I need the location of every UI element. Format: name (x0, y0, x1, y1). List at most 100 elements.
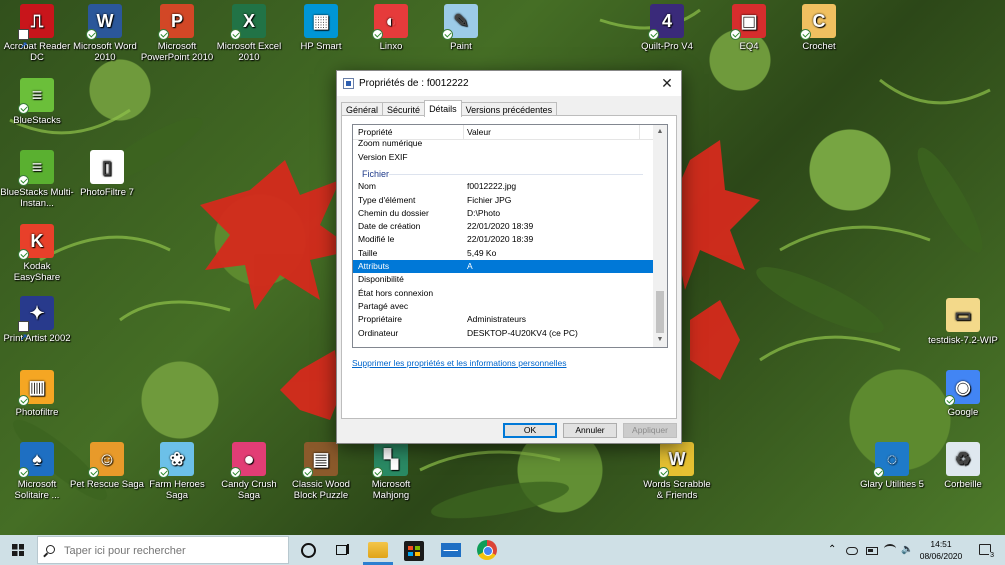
desktop-icon[interactable]: ❀ Farm Heroes Saga (140, 442, 214, 501)
action-center-icon[interactable]: 3 (979, 544, 995, 559)
desktop-icon[interactable]: ▤ Classic Wood Block Puzzle (284, 442, 358, 501)
desktop-icon[interactable]: ▣ EQ4 (712, 4, 786, 52)
desktop-icon[interactable]: ▚ Microsoft Mahjong (354, 442, 428, 501)
close-button[interactable]: ✕ (653, 71, 681, 96)
table-row[interactable]: Chemin du dossier D:\Photo (353, 207, 653, 220)
sync-check-icon (372, 29, 383, 40)
desktop-icon[interactable]: 4 Quilt-Pro V4 (630, 4, 704, 52)
table-row[interactable]: Ordinateur DESKTOP-4U20KV4 (ce PC) (353, 327, 653, 340)
ok-button[interactable]: OK (503, 423, 557, 438)
property-value: DESKTOP-4U20KV4 (ce PC) (467, 327, 578, 338)
file-explorer-icon[interactable] (368, 542, 388, 558)
desktop-icon[interactable]: W Microsoft Word 2010 (68, 4, 142, 63)
property-name: Chemin du dossier (358, 207, 429, 218)
desktop-icon[interactable]: ✦Print Artist 2002 (0, 296, 74, 354)
scroll-up-icon[interactable]: ▲ (653, 125, 667, 139)
microsoft-store-icon[interactable] (404, 541, 424, 561)
table-row[interactable]: Propriétaire Administrateurs (353, 313, 653, 326)
onedrive-cloud-icon[interactable] (846, 547, 858, 555)
app-icon: ☺ (88, 442, 124, 478)
desktop-icon[interactable]: ♻ Corbeille (926, 442, 1000, 490)
desktop-icon[interactable]: ✎ Paint (424, 4, 498, 52)
chrome-icon[interactable] (477, 540, 497, 560)
desktop-icon[interactable]: ≡ BlueStacks (0, 78, 74, 126)
table-row[interactable]: Version EXIF (353, 151, 653, 164)
vertical-scrollbar[interactable]: ▲ ▼ (653, 125, 667, 347)
scroll-down-icon[interactable]: ▼ (653, 333, 667, 347)
table-row[interactable]: Type d'élément Fichier JPG (353, 194, 653, 207)
app-icon: ≡ (18, 78, 54, 114)
column-header-value[interactable]: Valeur (467, 125, 491, 140)
desktop-icon-label: BlueStacks Multi-Instan... (0, 187, 74, 209)
properties-list[interactable]: Propriété Valeur Zoom numérique Version … (352, 124, 668, 348)
table-row[interactable]: Zoom numérique (353, 139, 653, 151)
desktop-icon[interactable]: ▭ testdisk-7.2-WIP (926, 298, 1000, 346)
sync-check-icon (18, 175, 29, 186)
column-divider[interactable] (463, 125, 464, 140)
desktop-icon[interactable]: ♠ Microsoft Solitaire ... (0, 442, 74, 501)
property-name: Disponibilité (358, 274, 404, 285)
apply-button[interactable]: Appliquer (623, 423, 677, 438)
property-value: Fichier JPG (467, 194, 512, 205)
start-button[interactable] (0, 535, 36, 565)
clock-date: 08/06/2020 (919, 551, 963, 561)
desktop-icon[interactable]: ≡ BlueStacks Multi-Instan... (0, 150, 74, 209)
app-icon: ♠ (18, 442, 54, 478)
remove-properties-link[interactable]: Supprimer les propriétés et les informat… (352, 358, 567, 368)
file-properties-icon (343, 78, 354, 89)
sync-check-icon (800, 29, 811, 40)
cancel-button[interactable]: Annuler (563, 423, 617, 438)
desktop-icon[interactable]: ◉ Google (926, 370, 1000, 418)
table-row[interactable]: Disponibilité (353, 273, 653, 286)
wifi-icon[interactable] (884, 544, 896, 553)
property-rows: Zoom numérique Version EXIF Fichier Nom f… (353, 139, 653, 340)
desktop-icon[interactable]: ▦ HP Smart (284, 4, 358, 52)
scroll-thumb[interactable] (656, 291, 664, 333)
desktop-icon[interactable]: W Words Scrabble & Friends (640, 442, 714, 501)
desktop-icon[interactable]: C Crochet (782, 4, 856, 52)
desktop-icon[interactable]: ◐ Linxo (354, 4, 428, 52)
volume-icon[interactable]: 🔈 (901, 544, 913, 555)
notification-count: 3 (989, 552, 995, 559)
table-row[interactable]: Attributs A (353, 260, 653, 274)
property-name: Date de création (358, 221, 421, 232)
desktop-icon[interactable]: ▯ PhotoFiltre 7 (70, 150, 144, 198)
table-row[interactable]: Taille 5,49 Ko (353, 247, 653, 260)
sync-check-icon (158, 467, 169, 478)
taskbar: ⌃ 🔈 14:51 08/06/2020 3 (0, 535, 1005, 565)
property-name: Nom (358, 181, 376, 192)
app-icon: 4 (648, 4, 684, 40)
desktop-icon-label: PhotoFiltre 7 (80, 187, 134, 198)
battery-icon[interactable] (866, 547, 878, 555)
desktop-icon[interactable]: ▥ Photofiltre (0, 370, 74, 418)
desktop-icon[interactable]: ● Candy Crush Saga (212, 442, 286, 501)
tab-details[interactable]: Détails (424, 100, 462, 117)
search-input[interactable] (64, 542, 284, 559)
property-name: Zoom numérique (358, 139, 423, 148)
taskbar-clock[interactable]: 14:51 08/06/2020 (917, 538, 965, 562)
desktop-icon[interactable]: P Microsoft PowerPoint 2010 (140, 4, 214, 63)
table-row[interactable]: État hors connexion (353, 287, 653, 300)
taskbar-search[interactable] (37, 536, 289, 564)
column-header-property[interactable]: Propriété (358, 125, 393, 140)
show-hidden-icons-chevron-icon[interactable]: ⌃ (828, 535, 840, 565)
property-name: Partagé avec (358, 300, 409, 311)
dialog-title: Propriétés de : f0012222 (359, 78, 469, 89)
dialog-titlebar[interactable]: Propriétés de : f0012222 ✕ (337, 71, 681, 96)
desktop-icon[interactable]: X Microsoft Excel 2010 (212, 4, 286, 63)
tab-strip: Général Sécurité Détails Versions précédent… (341, 99, 558, 117)
table-row[interactable]: Nom f0012222.jpg (353, 180, 653, 193)
desktop-icon[interactable]: ◌ Glary Utilities 5 (855, 442, 929, 490)
table-row[interactable]: Partagé avec (353, 300, 653, 313)
column-divider[interactable] (639, 125, 640, 140)
desktop-icon-label: Classic Wood Block Puzzle (292, 479, 350, 501)
desktop-icon[interactable]: ⎍Acrobat Reader DC (0, 4, 74, 63)
desktop-icon[interactable]: ☺ Pet Rescue Saga (70, 442, 144, 490)
desktop-icon-label: BlueStacks (13, 115, 61, 126)
task-view-icon[interactable] (332, 540, 352, 560)
table-row[interactable]: Modifié le 22/01/2020 18:39 (353, 233, 653, 246)
table-row[interactable]: Date de création 22/01/2020 18:39 (353, 220, 653, 233)
mail-icon[interactable] (441, 543, 461, 557)
cortana-icon[interactable] (298, 540, 318, 560)
desktop-icon[interactable]: K Kodak EasyShare (0, 224, 74, 283)
